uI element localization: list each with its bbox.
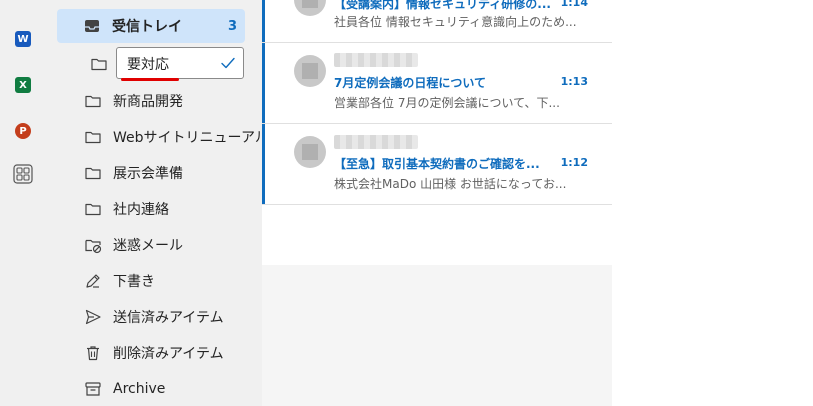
- unread-count-badge: 3: [227, 18, 237, 34]
- folder-item-deleted[interactable]: 削除済みアイテム: [58, 336, 244, 370]
- folder-icon: [91, 58, 107, 71]
- folder-item-label: 送信済みアイテム: [113, 310, 224, 326]
- message-item[interactable]: 【至急】取引基本契約書のご確認を... 1:12 株式会社MaDo 山田様 お世…: [262, 124, 612, 205]
- send-icon: [85, 309, 101, 325]
- folder-icon: [85, 131, 101, 144]
- unread-indicator: [262, 0, 265, 42]
- sender-name-redacted: [334, 53, 418, 67]
- message-list-empty-area: [262, 265, 612, 406]
- message-subject: 【至急】取引基本契約書のご確認を...: [334, 157, 540, 171]
- folder-rename-box: [116, 47, 244, 81]
- folder-item-junk[interactable]: 迷惑メール: [58, 228, 244, 262]
- message-time: 1:13: [560, 75, 588, 88]
- excel-app-icon[interactable]: X: [12, 74, 34, 96]
- folder-item-exhibition[interactable]: 展示会準備: [58, 156, 244, 190]
- message-preview: 社員各位 情報セキュリティ意識向上のため...: [334, 15, 577, 29]
- checkmark-icon[interactable]: [219, 54, 237, 72]
- junk-icon: [85, 239, 102, 254]
- message-subject: 【受講案内】情報セキュリティ研修の...: [334, 0, 551, 11]
- spellcheck-underline: [121, 78, 179, 81]
- folder-item-new-product[interactable]: 新商品開発: [58, 84, 244, 118]
- message-preview: 株式会社MaDo 山田様 お世話になってお...: [334, 177, 567, 191]
- pencil-icon: [86, 274, 100, 288]
- app-rail: W X P: [0, 0, 46, 406]
- avatar: [294, 136, 326, 168]
- folder-item-label: 下書き: [113, 274, 155, 290]
- message-time: 1:12: [560, 156, 588, 169]
- message-subject: 7月定例会議の日程について: [334, 76, 486, 90]
- message-time: 1:14: [560, 0, 588, 9]
- folder-item-label: 展示会準備: [113, 166, 183, 182]
- folder-rename-row: [58, 44, 244, 84]
- folder-item-label: 迷惑メール: [113, 238, 183, 254]
- message-item[interactable]: 7月定例会議の日程について 1:13 営業部各位 7月の定例会議について、下..…: [262, 43, 612, 124]
- folder-icon: [85, 95, 101, 108]
- powerpoint-app-icon[interactable]: P: [12, 120, 34, 142]
- sender-name-redacted: [334, 135, 418, 149]
- reading-pane: [612, 0, 813, 406]
- unread-indicator: [262, 43, 265, 123]
- folder-inbox-label: 受信トレイ: [112, 19, 182, 35]
- unread-indicator: [262, 124, 265, 204]
- folder-item-internal[interactable]: 社内連絡: [58, 192, 244, 226]
- folder-item-label: Archive: [113, 381, 166, 397]
- word-app-icon[interactable]: W: [12, 28, 34, 50]
- folder-item-archive[interactable]: Archive: [58, 372, 244, 406]
- inbox-icon: [85, 20, 99, 32]
- apps-grid-icon[interactable]: [12, 163, 34, 185]
- folder-pane: 受信トレイ 3 新商品開発 Webサイトリニューアル 展示会準備 社内連絡: [46, 0, 269, 406]
- folder-item-label: Webサイトリニューアル: [113, 130, 269, 146]
- message-item[interactable]: 【受講案内】情報セキュリティ研修の... 1:14 社員各位 情報セキュリティ意…: [262, 0, 612, 43]
- folder-name-input[interactable]: [127, 54, 217, 74]
- archive-icon: [85, 382, 101, 396]
- folder-icon: [85, 167, 101, 180]
- avatar: [294, 0, 326, 16]
- folder-item-drafts[interactable]: 下書き: [58, 264, 244, 298]
- folder-item-sent[interactable]: 送信済みアイテム: [58, 300, 244, 334]
- trash-icon: [87, 346, 99, 361]
- folder-item-label: 新商品開発: [113, 94, 183, 110]
- message-list: 【受講案内】情報セキュリティ研修の... 1:14 社員各位 情報セキュリティ意…: [262, 0, 612, 265]
- folder-inbox[interactable]: 受信トレイ 3: [57, 9, 245, 43]
- folder-item-web-renewal[interactable]: Webサイトリニューアル: [58, 120, 269, 154]
- folder-item-label: 削除済みアイテム: [113, 346, 224, 362]
- avatar: [294, 55, 326, 87]
- message-preview: 営業部各位 7月の定例会議について、下...: [334, 96, 560, 110]
- folder-icon: [85, 203, 101, 216]
- folder-item-label: 社内連絡: [113, 202, 169, 218]
